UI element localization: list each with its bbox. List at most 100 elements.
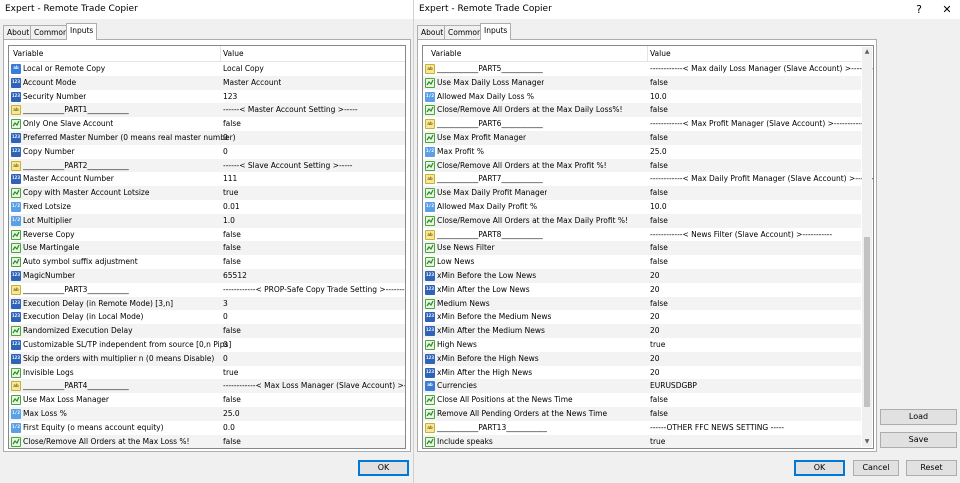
param-row[interactable]: Remove All Pending Orders at the News Ti…	[423, 407, 861, 421]
param-row[interactable]: Use News Filter false	[423, 241, 861, 256]
param-value[interactable]: true	[650, 435, 665, 448]
param-row[interactable]: Invisible Logs true	[9, 366, 405, 380]
param-row[interactable]: ab ___________PART4___________ -----------…	[9, 379, 405, 394]
param-value[interactable]: 20	[650, 283, 660, 297]
param-row[interactable]: 123 Master Account Number 111	[9, 172, 405, 186]
help-button[interactable]: ?	[906, 1, 932, 18]
scroll-thumb[interactable]	[864, 237, 870, 407]
param-value[interactable]: false	[650, 393, 668, 407]
param-value[interactable]: ------------< Max Loss Manager (Slave Ac…	[223, 379, 405, 393]
param-row[interactable]: Use Max Loss Manager false	[9, 393, 405, 407]
param-value[interactable]: 3	[223, 297, 228, 311]
cancel-button[interactable]: Cancel	[853, 460, 899, 476]
param-row[interactable]: Randomized Execution Delay false	[9, 324, 405, 338]
param-value[interactable]: ------------< PROP-Safe Copy Trade Setti…	[223, 283, 405, 297]
param-value[interactable]: false	[650, 255, 668, 269]
param-value[interactable]: false	[650, 214, 668, 228]
param-value[interactable]: true	[223, 366, 238, 380]
param-row[interactable]: Only One Slave Account false	[9, 117, 405, 131]
param-row[interactable]: 123 xMin Before the High News 20	[423, 351, 861, 366]
param-value[interactable]: Master Account	[223, 76, 281, 90]
param-row[interactable]: Use Martingale false	[9, 241, 405, 256]
param-row[interactable]: 123 xMin Before the Low News 20	[423, 269, 861, 283]
param-value[interactable]: false	[650, 186, 668, 200]
param-value[interactable]: false	[650, 297, 668, 311]
left-header-value[interactable]: Value	[223, 46, 244, 62]
left-ok-button[interactable]: OK	[358, 460, 409, 476]
param-row[interactable]: 1/2 Allowed Max Daily Loss % 10.0	[423, 90, 861, 104]
param-row[interactable]: Medium News false	[423, 296, 861, 311]
param-row[interactable]: 1/2 First Equity (o means account equity)…	[9, 421, 405, 435]
param-value[interactable]: false	[223, 117, 241, 131]
param-value[interactable]: 20	[650, 324, 660, 338]
param-row[interactable]: ab ___________PART3___________ -----------…	[9, 283, 405, 297]
param-row[interactable]: 123 xMin After the Low News 20	[423, 283, 861, 297]
scroll-up-arrow-icon[interactable]: ▲	[862, 47, 872, 57]
param-value[interactable]: false	[223, 393, 241, 407]
param-row[interactable]: Close/Remove All Orders at the Max Daily…	[423, 103, 861, 118]
param-value[interactable]: 123	[223, 90, 237, 104]
param-value[interactable]: false	[223, 324, 241, 338]
param-value[interactable]: false	[223, 228, 241, 242]
left-header-variable[interactable]: Variable	[13, 46, 43, 62]
param-value[interactable]: ------------< News Filter (Slave Account…	[650, 228, 832, 242]
left-tab-inputs[interactable]: Inputs	[66, 23, 98, 40]
param-row[interactable]: ab ___________PART2___________ ------< Sla…	[9, 158, 405, 173]
param-value[interactable]: ------OTHER FFC NEWS SETTING -----	[650, 421, 784, 435]
param-value[interactable]: 20	[650, 269, 660, 283]
param-row[interactable]: 123 Customizable SL/TP independent from s…	[9, 338, 405, 352]
param-row[interactable]: Close/Remove All Orders at the Max Loss …	[9, 434, 405, 448]
left-inputs-grid[interactable]: Variable Value ab Local or Remote Copy Loc…	[8, 45, 406, 449]
param-row[interactable]: High News true	[423, 338, 861, 352]
param-value[interactable]: 0	[223, 338, 228, 352]
param-value[interactable]: 65512	[223, 269, 247, 283]
param-row[interactable]: Copy with Master Account Lotsize true	[9, 186, 405, 200]
scroll-down-arrow-icon[interactable]: ▼	[862, 437, 872, 447]
param-value[interactable]: false	[223, 255, 241, 269]
right-header-variable[interactable]: Variable	[431, 46, 461, 62]
right-tab-about[interactable]: About	[417, 25, 448, 39]
param-value[interactable]: 20	[650, 352, 660, 366]
right-header-value[interactable]: Value	[650, 46, 671, 62]
right-vertical-scrollbar[interactable]: ▲ ▼	[862, 47, 872, 447]
param-row[interactable]: Close All Positions at the News Time fals…	[423, 393, 861, 407]
param-row[interactable]: 123 xMin Before the Medium News 20	[423, 310, 861, 324]
left-header-divider[interactable]	[220, 46, 221, 62]
param-row[interactable]: Close/Remove All Orders at the Max Profi…	[423, 158, 861, 173]
param-row[interactable]: 123 Preferred Master Number (0 means real…	[9, 131, 405, 145]
param-row[interactable]: ab Currencies EURUSDGBP	[423, 379, 861, 394]
param-row[interactable]: 1/2 Max Profit % 25.0	[423, 145, 861, 159]
param-row[interactable]: ab ___________PART1___________ ------< Mas…	[9, 103, 405, 118]
param-row[interactable]: Low News false	[423, 255, 861, 269]
load-button[interactable]: Load	[880, 409, 957, 425]
param-value[interactable]: false	[223, 435, 241, 448]
param-row[interactable]: 1/2 Allowed Max Daily Profit % 10.0	[423, 200, 861, 214]
param-row[interactable]: ab ___________PART5___________ -----------…	[423, 62, 873, 76]
param-row[interactable]: 1/2 Fixed Lotsize 0.01	[9, 200, 405, 214]
param-value[interactable]: false	[650, 76, 668, 90]
param-row[interactable]: Reverse Copy false	[9, 228, 405, 242]
param-row[interactable]: 123 Security Number 123	[9, 90, 405, 104]
save-button[interactable]: Save	[880, 432, 957, 448]
param-value[interactable]: 1.0	[223, 214, 235, 228]
param-value[interactable]: EURUSDGBP	[650, 379, 697, 393]
param-value[interactable]: 0	[223, 145, 228, 159]
param-value[interactable]: 111	[223, 172, 237, 186]
param-value[interactable]: true	[650, 338, 665, 352]
param-row[interactable]: Use Max Daily Profit Manager false	[423, 186, 861, 200]
param-value[interactable]: 20	[650, 310, 660, 324]
param-value[interactable]: 25.0	[650, 145, 667, 159]
param-value[interactable]: 0.01	[223, 200, 240, 214]
param-row[interactable]: ab ___________PART8___________ -----------…	[423, 228, 861, 242]
close-button[interactable]: ✕	[934, 1, 960, 18]
param-row[interactable]: 123 Copy Number 0	[9, 145, 405, 159]
param-value[interactable]: 20	[650, 366, 660, 380]
param-row[interactable]: 1/2 Lot Multiplier 1.0	[9, 213, 405, 228]
param-value[interactable]: 0.0	[223, 421, 235, 435]
param-value[interactable]: Local Copy	[223, 62, 264, 76]
param-value[interactable]: ------------< Max daily Loss Manager (Sl…	[650, 62, 873, 76]
param-row[interactable]: 123 Account Mode Master Account	[9, 75, 405, 90]
param-row[interactable]: Include speaks true	[423, 434, 861, 448]
param-row[interactable]: ab Local or Remote Copy Local Copy	[9, 62, 405, 76]
left-tab-about[interactable]: About	[3, 25, 34, 39]
